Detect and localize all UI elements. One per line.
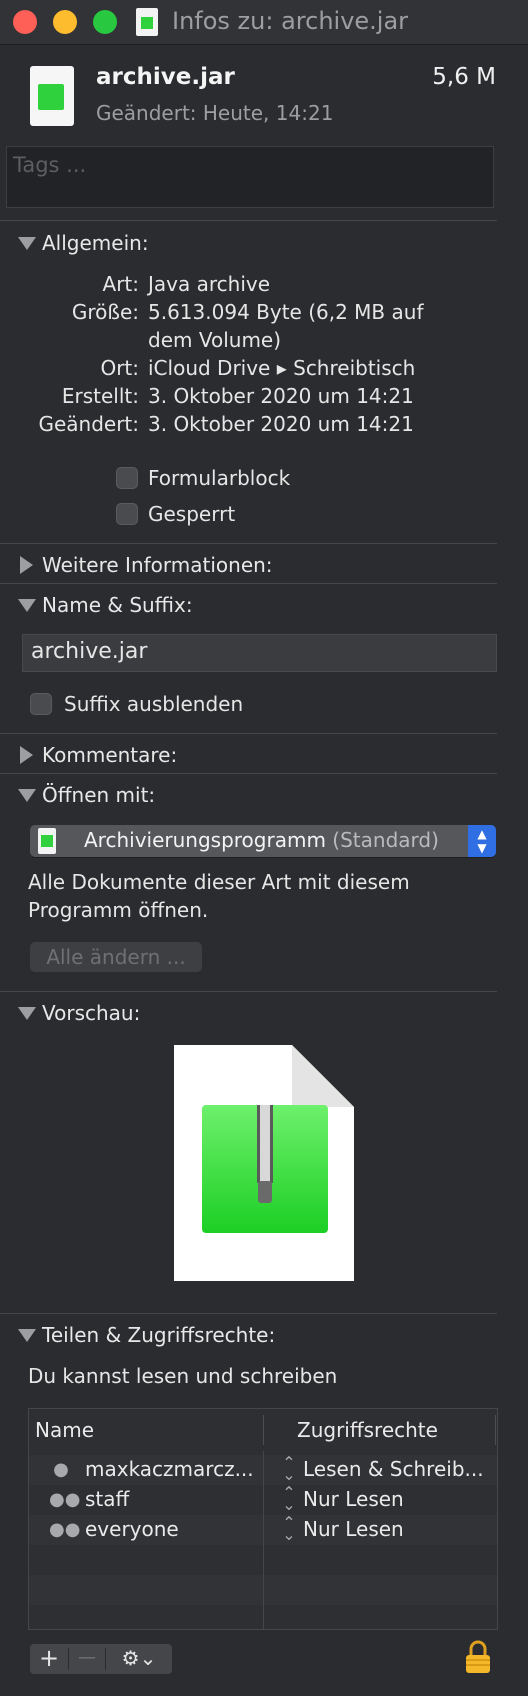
permissions-controls: + — ⚙⌄ xyxy=(30,1644,172,1674)
section-label: Vorschau: xyxy=(42,1001,141,1025)
permission-value[interactable]: Lesen & Schreib... xyxy=(303,1457,484,1481)
permission-value[interactable]: Nur Lesen xyxy=(303,1487,404,1511)
close-button[interactable] xyxy=(13,10,37,34)
info-value-size: 5.613.094 Byte (6,2 MB auf xyxy=(148,300,424,324)
remove-user-button[interactable]: — xyxy=(69,1644,105,1674)
divider xyxy=(0,773,497,774)
disclosure-closed-icon xyxy=(20,746,33,764)
column-header-name[interactable]: Name xyxy=(35,1409,94,1451)
info-value-location: iCloud Drive ▸ Schreibtisch xyxy=(148,356,416,380)
group-icon: ●● xyxy=(49,1489,81,1510)
modified-date: Geändert: Heute, 14:21 xyxy=(96,101,334,125)
section-preview[interactable]: Vorschau: xyxy=(0,998,497,1030)
divider xyxy=(0,543,497,544)
popup-arrows-icon: ▲ ▼ xyxy=(468,825,496,857)
column-separator xyxy=(495,1415,496,1445)
zip-archive-document-icon xyxy=(174,1045,354,1281)
section-open-with[interactable]: Öffnen mit: xyxy=(0,780,497,812)
disclosure-open-icon xyxy=(18,599,36,612)
open-with-description: Alle Dokumente dieser Art mit diesem Pro… xyxy=(28,870,410,922)
user-name: maxkaczmarcz... xyxy=(85,1457,254,1481)
stepper-icon: ⌃ ⌄ xyxy=(282,1453,296,1484)
divider xyxy=(0,991,497,992)
gear-menu-button[interactable]: ⚙⌄ xyxy=(106,1644,172,1674)
stationery-pad-label: Formularblock xyxy=(148,466,291,490)
open-with-app-label: Archivierungsprogramm (Standard) xyxy=(84,828,439,852)
disclosure-open-icon xyxy=(18,1329,36,1342)
column-header-permissions[interactable]: Zugriffsrechte xyxy=(297,1409,438,1451)
locked-label: Gesperrt xyxy=(148,502,236,526)
divider xyxy=(0,583,497,584)
tags-input[interactable]: Tags ... xyxy=(6,146,494,208)
user-name: staff xyxy=(85,1487,130,1511)
disclosure-open-icon xyxy=(18,237,36,250)
hide-suffix-checkbox[interactable] xyxy=(30,693,52,715)
lock-icon[interactable] xyxy=(465,1640,491,1674)
info-value-size-volume: dem Volume) xyxy=(148,328,282,352)
hide-suffix-label: Suffix ausblenden xyxy=(64,692,244,716)
permission-value[interactable]: Nur Lesen xyxy=(303,1517,404,1541)
jar-file-icon xyxy=(136,8,158,36)
permissions-table: Name Zugriffsrechte ● maxkaczmarcz... ⌃ ⌄… xyxy=(28,1408,498,1630)
info-value-modified: 3. Oktober 2020 um 14:21 xyxy=(148,412,414,436)
archive-utility-icon xyxy=(38,828,56,854)
section-label: Weitere Informationen: xyxy=(42,553,273,577)
section-more-info[interactable]: Weitere Informationen: xyxy=(0,550,497,582)
user-name: everyone xyxy=(85,1517,179,1541)
divider xyxy=(0,1313,497,1314)
column-separator xyxy=(263,1415,264,1445)
minimize-button[interactable] xyxy=(53,10,77,34)
section-sharing[interactable]: Teilen & Zugriffsrechte: xyxy=(0,1320,497,1352)
column-divider xyxy=(263,1451,264,1629)
section-label: Kommentare: xyxy=(42,743,178,767)
file-name-field[interactable]: archive.jar xyxy=(22,634,497,672)
info-key-location: Ort: xyxy=(100,356,139,380)
section-comments[interactable]: Kommentare: xyxy=(0,740,497,772)
disclosure-open-icon xyxy=(18,1007,36,1020)
section-general[interactable]: Allgemein: xyxy=(0,228,497,260)
info-key-modified: Geändert: xyxy=(38,412,139,436)
everyone-icon: ●● xyxy=(49,1519,81,1540)
stepper-icon: ⌃ ⌄ xyxy=(282,1513,296,1544)
divider xyxy=(0,733,497,734)
window-title: Infos zu: archive.jar xyxy=(172,7,409,35)
disclosure-open-icon xyxy=(18,789,36,802)
section-label: Allgemein: xyxy=(42,231,149,255)
stationery-pad-checkbox[interactable] xyxy=(116,467,138,489)
app-default-suffix: (Standard) xyxy=(332,828,439,852)
add-user-button[interactable]: + xyxy=(30,1644,68,1674)
jar-archive-icon xyxy=(30,66,74,126)
info-value-kind: Java archive xyxy=(148,272,271,296)
change-all-button[interactable]: Alle ändern ... xyxy=(30,942,202,972)
divider xyxy=(0,220,497,221)
sharing-summary: Du kannst lesen und schreiben xyxy=(28,1364,338,1388)
stepper-icon: ⌃ ⌄ xyxy=(282,1483,296,1514)
info-key-created: Erstellt: xyxy=(61,384,139,408)
zoom-button[interactable] xyxy=(93,10,117,34)
info-key-size: Größe: xyxy=(71,300,139,324)
section-label: Teilen & Zugriffsrechte: xyxy=(42,1323,276,1347)
info-value-created: 3. Oktober 2020 um 14:21 xyxy=(148,384,414,408)
info-key-kind: Art: xyxy=(102,272,139,296)
locked-checkbox[interactable] xyxy=(116,503,138,525)
user-icon: ● xyxy=(53,1459,69,1480)
section-label: Öffnen mit: xyxy=(42,783,156,807)
section-label: Name & Suffix: xyxy=(42,593,193,617)
file-size: 5,6 M xyxy=(432,64,496,90)
section-name-suffix[interactable]: Name & Suffix: xyxy=(0,590,497,622)
disclosure-closed-icon xyxy=(20,556,33,574)
app-name: Archivierungsprogramm xyxy=(84,828,326,852)
open-with-popup[interactable]: Archivierungsprogramm (Standard) ▲ ▼ xyxy=(30,825,496,857)
file-name: archive.jar xyxy=(96,64,235,90)
